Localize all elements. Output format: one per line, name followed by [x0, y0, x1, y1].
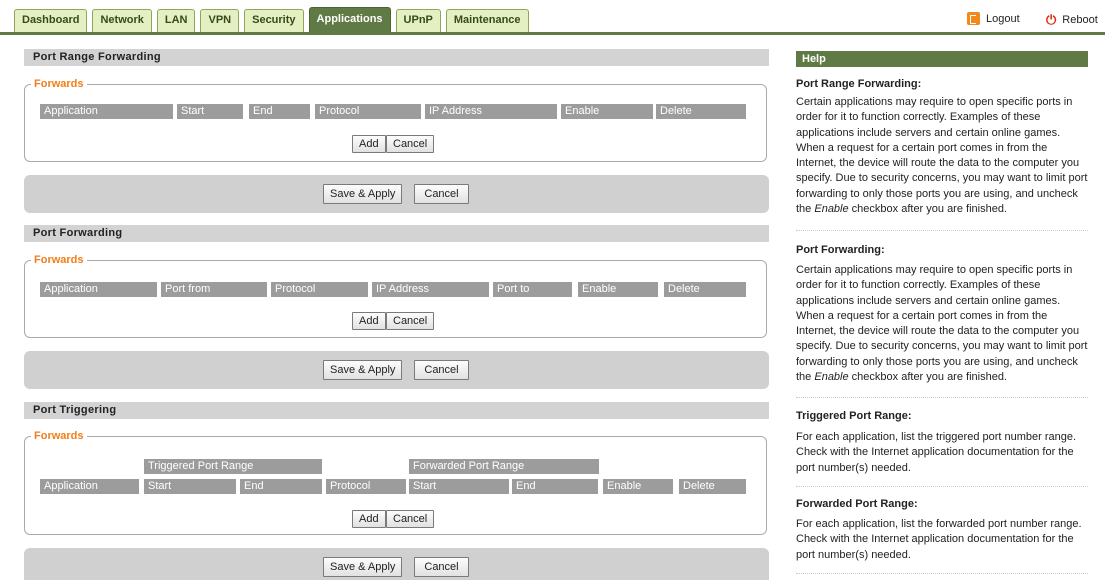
section-title-port-forwarding: Port Forwarding [24, 225, 769, 242]
save-apply-button-trigger[interactable]: Save & Apply [323, 557, 403, 577]
group-header-forwarded-port-range: Forwarded Port Range [409, 459, 599, 474]
forwards-legend: Forwards [34, 254, 84, 266]
col-port-from: Port from [161, 282, 267, 297]
col-port-to: Port to [493, 282, 572, 297]
help-text-emphasis: Enable [814, 371, 849, 384]
col-end: End [249, 104, 310, 119]
help-item-title: Triggered Port Range: [796, 410, 912, 422]
group-header-triggered-port-range: Triggered Port Range [144, 459, 322, 474]
cancel-button-port[interactable]: Cancel [386, 312, 435, 330]
help-header: Help [796, 51, 1088, 67]
cancel-button-range[interactable]: Cancel [386, 135, 435, 153]
col-start: Start [177, 104, 243, 119]
help-item-title: Port Forwarding: [796, 244, 885, 256]
col-ip-address: IP Address [425, 104, 557, 119]
tab-maintenance[interactable]: Maintenance [445, 9, 529, 32]
col-enable: Enable [603, 479, 673, 494]
help-item-text: Certain applications may require to open… [796, 263, 1088, 385]
col-delete: Delete [656, 104, 746, 119]
tab-vpn[interactable]: VPN [200, 9, 240, 32]
col-forwarded-start: Start [409, 479, 509, 494]
add-button-range[interactable]: Add [352, 135, 386, 153]
power-icon: ⏻ [1046, 12, 1057, 27]
col-triggered-start: Start [144, 479, 236, 494]
help-separator [796, 486, 1088, 487]
cancel-save-button-trigger[interactable]: Cancel [414, 557, 469, 577]
reboot-label: Reboot [1062, 14, 1098, 26]
tab-dashboard[interactable]: Dashboard [14, 9, 88, 32]
col-application: Application [40, 479, 139, 494]
tab-security[interactable]: Security [244, 9, 304, 32]
col-enable: Enable [561, 104, 653, 119]
tab-upnp[interactable]: UPnP [395, 9, 441, 32]
tab-network[interactable]: Network [92, 9, 152, 32]
top-navigation: Dashboard Network LAN VPN Security Appli… [0, 0, 1105, 35]
col-protocol: Protocol [326, 479, 406, 494]
help-item-title: Forwarded Port Range: [796, 498, 918, 510]
help-text-tail: checkbox after you are finished. [848, 203, 1007, 216]
help-separator [796, 573, 1088, 574]
tab-applications[interactable]: Applications [308, 7, 391, 32]
help-text-main: Certain applications may require to open… [796, 96, 1088, 216]
add-button-port[interactable]: Add [352, 312, 386, 330]
help-separator [796, 397, 1088, 398]
section-title-port-range-forwarding: Port Range Forwarding [24, 49, 769, 66]
help-item-text: For each application, list the triggered… [796, 431, 1077, 474]
help-text-main: Certain applications may require to open… [796, 264, 1088, 384]
logout-link[interactable]: Logout [967, 12, 1020, 25]
tab-bar: Dashboard Network LAN VPN Security Appli… [14, 7, 534, 32]
help-text-tail: checkbox after you are finished. [848, 371, 1007, 384]
nav-underline [0, 32, 1105, 35]
tab-lan[interactable]: LAN [156, 9, 196, 32]
col-delete: Delete [679, 479, 746, 494]
add-button-trigger[interactable]: Add [352, 510, 386, 528]
forwards-legend: Forwards [34, 78, 84, 90]
col-enable: Enable [578, 282, 658, 297]
col-ip-address: IP Address [372, 282, 489, 297]
col-protocol: Protocol [315, 104, 421, 119]
help-separator [796, 230, 1088, 231]
col-triggered-end: End [240, 479, 322, 494]
logout-icon [967, 12, 980, 25]
col-application: Application [40, 104, 173, 119]
cancel-save-button-port[interactable]: Cancel [414, 360, 469, 380]
section-title-port-triggering: Port Triggering [24, 402, 769, 419]
help-item-text: For each application, list the forwarded… [796, 518, 1082, 561]
logout-label: Logout [986, 12, 1020, 25]
col-forwarded-end: End [512, 479, 598, 494]
reboot-link[interactable]: ⏻ Reboot [1046, 12, 1098, 28]
help-text-emphasis: Enable [814, 203, 849, 216]
save-apply-button-range[interactable]: Save & Apply [323, 184, 403, 204]
forwards-legend: Forwards [34, 430, 84, 442]
col-protocol: Protocol [271, 282, 368, 297]
save-apply-button-port[interactable]: Save & Apply [323, 360, 403, 380]
help-item-text: Certain applications may require to open… [796, 95, 1088, 217]
cancel-save-button-range[interactable]: Cancel [414, 184, 469, 204]
help-item-title: Port Range Forwarding: [796, 78, 922, 90]
col-application: Application [40, 282, 157, 297]
col-delete: Delete [664, 282, 746, 297]
cancel-button-trigger[interactable]: Cancel [386, 510, 435, 528]
